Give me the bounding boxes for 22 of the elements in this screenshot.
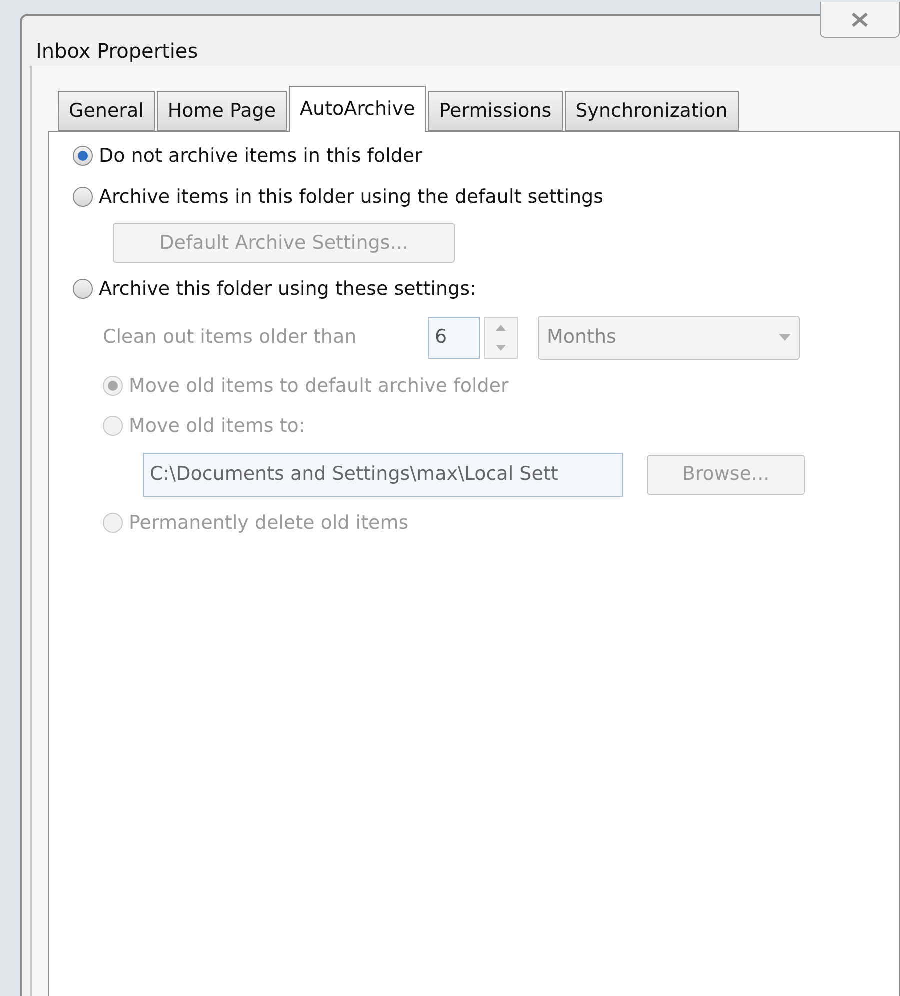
spin-button[interactable]: [484, 316, 518, 358]
close-icon: [850, 12, 870, 28]
radio-label: Archive this folder using these settings:: [99, 277, 476, 302]
radio-label: Archive items in this folder using the default settings: [99, 184, 604, 210]
up-arrow-icon: [496, 324, 506, 330]
radio-label: Do not archive items in this folder: [99, 144, 422, 169]
tab[interactable]: AutoArchive: [289, 86, 426, 132]
radio-label: Permanently delete old items: [129, 510, 409, 536]
tab[interactable]: Home Page: [156, 91, 288, 131]
radio-label: Move old items to:: [129, 414, 306, 439]
clean-out-label: Clean out items older than: [103, 325, 358, 350]
radio-button[interactable]: [73, 146, 93, 166]
tab[interactable]: General: [58, 91, 155, 131]
radio-button[interactable]: [73, 186, 93, 207]
window-title: Inbox Properties: [36, 38, 198, 65]
tab[interactable]: Permissions: [428, 91, 563, 131]
radio-button[interactable]: [73, 279, 93, 300]
tab[interactable]: Synchronization: [564, 91, 739, 131]
close-button[interactable]: [820, 2, 900, 38]
dropdown-arrow-icon: [779, 334, 791, 341]
down-arrow-icon: [496, 344, 506, 350]
radio-label: Move old items to default archive folder: [129, 374, 509, 398]
